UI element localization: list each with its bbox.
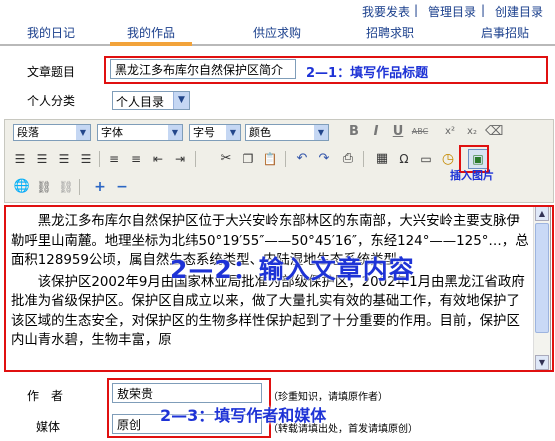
toolbar-divider bbox=[195, 151, 196, 167]
chevron-down-icon: ▼ bbox=[168, 125, 182, 140]
unordered-list-icon[interactable]: ≡ bbox=[127, 150, 145, 168]
color-select[interactable]: 颜色 ▼ bbox=[245, 124, 329, 141]
category-select[interactable]: 个人目录 ▼ bbox=[112, 91, 190, 110]
nav-tabs: 我的日记 我的作品 供应求购 招聘求职 启事招贴 bbox=[0, 22, 555, 46]
link-icon[interactable]: ⛓ bbox=[35, 178, 53, 196]
zoom-in-icon[interactable]: + bbox=[91, 178, 109, 196]
eraser-icon[interactable]: ⌫ bbox=[485, 123, 503, 141]
tab-supply-purchase[interactable]: 供应求购 bbox=[253, 24, 301, 41]
chevron-down-icon: ▼ bbox=[173, 92, 189, 109]
top-link-sep: | bbox=[414, 3, 419, 17]
chevron-down-icon: ▼ bbox=[314, 125, 328, 140]
bold-icon[interactable]: B bbox=[345, 123, 363, 141]
outdent-icon[interactable]: ⇤ bbox=[149, 150, 167, 168]
manage-catalog-link[interactable]: 管理目录 bbox=[428, 5, 476, 19]
subscript-icon[interactable]: x₂ bbox=[463, 123, 481, 141]
paste-icon[interactable]: 📋 bbox=[261, 150, 279, 168]
cut-icon[interactable]: ✂ bbox=[217, 150, 235, 168]
create-catalog-link[interactable]: 创建目录 bbox=[495, 5, 543, 19]
print-icon[interactable]: ⎙ bbox=[339, 150, 357, 168]
author-label: 作 者 bbox=[27, 389, 64, 403]
superscript-icon[interactable]: x² bbox=[441, 123, 459, 141]
chevron-down-icon: ▼ bbox=[76, 125, 90, 140]
author-note: （珍重知识，请填原作者） bbox=[268, 392, 388, 403]
table-icon[interactable]: ▦ bbox=[373, 150, 391, 168]
redo-icon[interactable]: ↷ bbox=[315, 150, 333, 168]
toolbar-divider bbox=[79, 179, 80, 195]
toolbar-divider bbox=[99, 151, 100, 167]
insert-image-annotation: 插入图片 bbox=[450, 169, 494, 182]
globe-link-icon[interactable]: 🌐 bbox=[13, 178, 31, 196]
align-right-icon[interactable]: ☰ bbox=[55, 150, 73, 168]
horizontal-rule-icon[interactable]: ▭ bbox=[417, 150, 435, 168]
paragraph-select-label: 段落 bbox=[17, 126, 39, 139]
undo-icon[interactable]: ↶ bbox=[293, 150, 311, 168]
zoom-out-icon[interactable]: − bbox=[113, 178, 131, 196]
top-link-sep: | bbox=[481, 3, 486, 17]
copy-icon[interactable]: ❐ bbox=[239, 150, 257, 168]
special-char-icon[interactable]: Ω bbox=[395, 150, 413, 168]
strikethrough-icon[interactable]: ABC bbox=[411, 123, 429, 141]
clock-icon[interactable]: ◷ bbox=[439, 150, 457, 168]
chevron-down-icon: ▼ bbox=[226, 125, 240, 140]
size-select[interactable]: 字号 ▼ bbox=[189, 124, 241, 141]
tab-my-diary[interactable]: 我的日记 bbox=[27, 24, 75, 41]
category-label: 个人分类 bbox=[27, 94, 76, 108]
align-center-icon[interactable]: ☰ bbox=[33, 150, 51, 168]
toolbar-divider bbox=[285, 151, 286, 167]
unlink-icon[interactable]: ⛓ bbox=[57, 178, 75, 196]
tab-my-works[interactable]: 我的作品 bbox=[127, 24, 175, 41]
indent-icon[interactable]: ⇥ bbox=[171, 150, 189, 168]
align-justify-icon[interactable]: ☰ bbox=[77, 150, 95, 168]
size-select-label: 字号 bbox=[193, 126, 215, 139]
publish-link[interactable]: 我要发表 bbox=[362, 5, 410, 19]
toolbar-divider bbox=[363, 151, 364, 167]
ordered-list-icon[interactable]: ≡ bbox=[105, 150, 123, 168]
title-label: 文章题目 bbox=[27, 65, 76, 79]
title-annotation: 2—1：填写作品标题 bbox=[306, 66, 429, 81]
italic-icon[interactable]: I bbox=[367, 123, 385, 141]
tab-recruit-jobs[interactable]: 招聘求职 bbox=[366, 24, 414, 41]
font-select[interactable]: 字体 ▼ bbox=[97, 124, 183, 141]
align-left-icon[interactable]: ☰ bbox=[11, 150, 29, 168]
color-select-label: 颜色 bbox=[249, 126, 271, 139]
content-annotation: 2—2：输入文章内容 bbox=[170, 255, 415, 284]
underline-icon[interactable]: U bbox=[389, 123, 407, 141]
top-link-publish: 我要发表 bbox=[362, 3, 410, 20]
category-select-value: 个人目录 bbox=[116, 95, 165, 109]
author-media-annotation: 2—3：填写作者和媒体 bbox=[160, 406, 327, 425]
tab-notices[interactable]: 启事招贴 bbox=[481, 24, 529, 41]
paragraph-select[interactable]: 段落 ▼ bbox=[13, 124, 91, 141]
active-tab-indicator bbox=[110, 42, 192, 46]
font-select-label: 字体 bbox=[101, 126, 123, 139]
media-label: 媒体 bbox=[36, 420, 61, 434]
content-highlight-box bbox=[4, 205, 554, 372]
